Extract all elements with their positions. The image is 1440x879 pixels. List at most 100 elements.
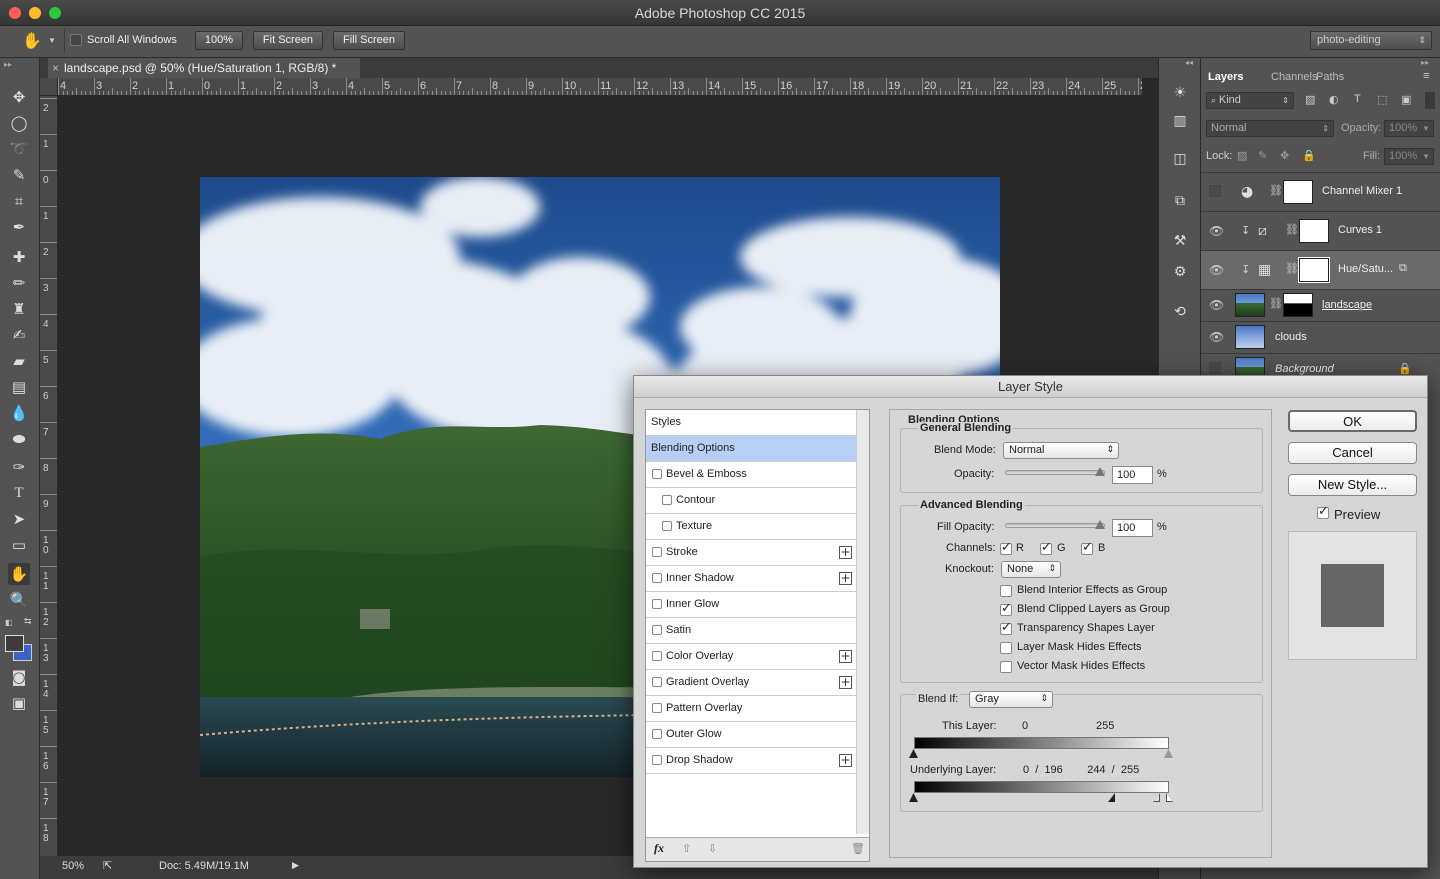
style-checkbox[interactable]: [662, 521, 672, 532]
histogram-panel-icon[interactable]: ▥: [1169, 110, 1191, 132]
tool-preset-dropdown-icon[interactable]: ▼: [48, 36, 56, 45]
new-style-button[interactable]: New Style...: [1288, 474, 1417, 496]
layer-name[interactable]: Channel Mixer 1: [1322, 185, 1402, 197]
style-item[interactable]: Drop Shadow +: [646, 748, 856, 774]
path-selection-tool-icon[interactable]: ➤: [8, 508, 30, 530]
collapse-dock-icon[interactable]: ◂◂: [1185, 58, 1193, 67]
channel-g-checkbox[interactable]: [1040, 540, 1052, 556]
layer-name[interactable]: landscape: [1322, 299, 1372, 311]
style-item[interactable]: Texture: [646, 514, 856, 540]
visibility-eye-icon[interactable]: 👁: [1209, 298, 1225, 312]
hand-tool-icon[interactable]: ✋: [22, 31, 42, 50]
layer-blend-mode-select[interactable]: Normal ⇕: [1206, 120, 1334, 137]
layer-mask-thumbnail[interactable]: [1299, 219, 1329, 243]
layer-name[interactable]: Curves 1: [1338, 224, 1382, 236]
style-item[interactable]: Color Overlay +: [646, 644, 856, 670]
blend-if-select[interactable]: Gray: [969, 691, 1053, 708]
move-tool-icon[interactable]: ✥: [8, 86, 30, 108]
fill-opacity-slider-thumb[interactable]: [1095, 520, 1105, 529]
zoom-level[interactable]: 50%: [62, 860, 84, 872]
dodge-tool-icon[interactable]: ⬬: [8, 428, 30, 450]
delete-effect-icon[interactable]: 🗑: [851, 842, 865, 855]
ok-button[interactable]: OK: [1288, 410, 1417, 432]
add-effect-instance-icon[interactable]: +: [839, 754, 852, 767]
lock-image-icon[interactable]: ✎: [1258, 149, 1267, 162]
layer-opacity-field[interactable]: 100% ▼: [1384, 120, 1434, 137]
filter-toggle[interactable]: [1425, 92, 1435, 109]
add-effect-instance-icon[interactable]: +: [839, 546, 852, 559]
visibility-off-box[interactable]: [1209, 362, 1221, 374]
tab-paths[interactable]: Paths: [1316, 71, 1344, 83]
default-colors-icon[interactable]: ◧: [5, 618, 13, 627]
ruler-origin[interactable]: [40, 78, 58, 96]
lock-position-icon[interactable]: ✥: [1280, 149, 1289, 162]
layer-row[interactable]: 👁 ⛓ landscape: [1201, 289, 1440, 321]
style-item[interactable]: Gradient Overlay +: [646, 670, 856, 696]
panel-menu-icon[interactable]: ≡: [1423, 70, 1429, 82]
workspace-switcher[interactable]: photo-editing ⇕: [1310, 31, 1432, 50]
layer-row[interactable]: 👁 ⧄ ↧ ⛓ Curves 1: [1201, 211, 1440, 250]
advanced-option-checkbox[interactable]: [1000, 620, 1012, 636]
style-checkbox[interactable]: [652, 651, 662, 662]
style-item[interactable]: Bevel & Emboss: [646, 462, 856, 488]
clone-source-panel-icon[interactable]: ⧉: [1169, 190, 1191, 212]
add-effect-instance-icon[interactable]: +: [839, 572, 852, 585]
properties-panel-icon[interactable]: ◫: [1169, 148, 1191, 170]
clone-stamp-tool-icon[interactable]: ♜: [8, 298, 30, 320]
lock-transparent-icon[interactable]: ▨: [1237, 149, 1247, 162]
fill-screen-button[interactable]: Fill Screen: [333, 31, 405, 50]
status-menu-arrow-icon[interactable]: ▶: [292, 860, 299, 871]
style-item[interactable]: Blending Options: [646, 436, 856, 462]
brush-tool-icon[interactable]: ✏: [8, 272, 30, 294]
opacity-input[interactable]: 100: [1112, 466, 1153, 484]
style-checkbox[interactable]: [652, 755, 662, 766]
layer-fill-field[interactable]: 100% ▼: [1384, 148, 1434, 165]
layer-row[interactable]: ◕ ⛓ Channel Mixer 1: [1201, 172, 1440, 211]
scroll-all-windows-checkbox[interactable]: [70, 34, 82, 47]
elliptical-marquee-tool-icon[interactable]: ◯: [8, 112, 30, 134]
blend-mode-select[interactable]: Normal: [1003, 442, 1119, 459]
quick-mask-icon[interactable]: ◙: [8, 666, 30, 688]
adjustments-panel-icon[interactable]: ☀: [1169, 82, 1191, 104]
filter-adjustment-icon[interactable]: ◐: [1329, 93, 1339, 106]
add-effect-instance-icon[interactable]: +: [839, 650, 852, 663]
visibility-off-box[interactable]: [1209, 185, 1221, 197]
brush-presets-panel-icon[interactable]: ⚙: [1169, 261, 1191, 283]
pen-tool-icon[interactable]: ✑: [8, 456, 30, 478]
style-checkbox[interactable]: [652, 469, 662, 480]
screen-mode-icon[interactable]: ▣: [8, 692, 30, 714]
style-item[interactable]: Inner Shadow +: [646, 566, 856, 592]
advanced-option-checkbox[interactable]: [1000, 585, 1012, 598]
type-tool-icon[interactable]: T: [8, 482, 30, 504]
visibility-eye-icon[interactable]: 👁: [1209, 330, 1225, 344]
filter-smartobject-icon[interactable]: ▣: [1401, 93, 1411, 106]
history-panel-icon[interactable]: ⟲: [1169, 301, 1191, 323]
layer-thumbnail[interactable]: [1235, 293, 1265, 317]
document-tab[interactable]: × landscape.psd @ 50% (Hue/Saturation 1,…: [48, 58, 360, 78]
filter-pixel-icon[interactable]: ▨: [1305, 93, 1315, 106]
eraser-tool-icon[interactable]: ▰: [8, 350, 30, 372]
style-checkbox[interactable]: [652, 547, 662, 558]
quick-selection-tool-icon[interactable]: ✎: [8, 164, 30, 186]
cancel-button[interactable]: Cancel: [1288, 442, 1417, 464]
rectangle-tool-icon[interactable]: ▭: [8, 534, 30, 556]
style-item[interactable]: Satin: [646, 618, 856, 644]
collapse-panel-icon[interactable]: ▸▸: [1421, 58, 1429, 67]
channel-b-checkbox[interactable]: [1081, 540, 1093, 556]
fx-button[interactable]: fx: [654, 841, 664, 856]
layer-thumbnail[interactable]: [1235, 325, 1265, 349]
layer-row[interactable]: 👁 ▦ ↧ ⛓ Hue/Satu... ⧉: [1201, 250, 1440, 289]
layer-name[interactable]: Background: [1275, 363, 1334, 375]
blur-tool-icon[interactable]: 💧: [8, 402, 30, 424]
layer-effects-icon[interactable]: ⧉: [1399, 261, 1407, 275]
zoom-100-button[interactable]: 100%: [195, 31, 243, 50]
layer-mask-thumbnail[interactable]: [1298, 257, 1330, 283]
styles-scrollbar[interactable]: [856, 410, 869, 834]
opacity-slider-thumb[interactable]: [1095, 467, 1105, 476]
fill-opacity-slider[interactable]: [1005, 523, 1105, 528]
knockout-select[interactable]: None: [1001, 561, 1061, 578]
hand-tool-active-icon[interactable]: ✋: [8, 563, 30, 585]
visibility-eye-icon[interactable]: 👁: [1209, 263, 1225, 277]
preview-checkbox[interactable]: [1317, 504, 1329, 520]
add-effect-instance-icon[interactable]: +: [839, 676, 852, 689]
